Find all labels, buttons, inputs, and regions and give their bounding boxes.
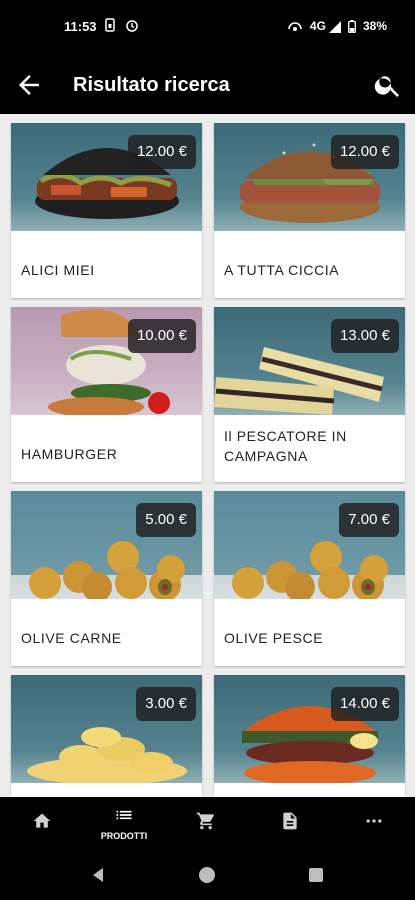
product-name: OLIVE PESCE — [224, 630, 324, 646]
product-card[interactable]: 12.00 € A TUTTA CICCIA — [214, 123, 405, 298]
status-time: 11:53 — [64, 19, 97, 34]
product-name: Il PESCATORE IN CAMPAGNA — [224, 428, 347, 464]
product-image: 14.00 € — [214, 675, 405, 783]
app-bar: Risultato ricerca — [0, 56, 415, 114]
nav-orders[interactable] — [260, 797, 320, 850]
sim-icon — [105, 18, 115, 32]
battery-icon — [347, 20, 356, 34]
price-badge: 10.00 € — [127, 319, 196, 353]
product-name: OLIVE CARNE — [21, 630, 122, 646]
product-card[interactable]: 14.00 € — [214, 675, 405, 797]
product-card[interactable]: 13.00 € Il PESCATORE IN CAMPAGNA — [214, 307, 405, 482]
back-button[interactable] — [14, 70, 44, 100]
price-badge: 14.00 € — [330, 687, 399, 721]
status-notification-icons — [104, 17, 139, 32]
system-home-icon[interactable] — [198, 866, 216, 884]
price-badge: 12.00 € — [330, 135, 399, 169]
system-navigation-bar — [0, 850, 415, 900]
product-image: 12.00 € — [11, 123, 202, 231]
cart-icon — [196, 812, 214, 830]
search-button[interactable] — [373, 70, 403, 100]
product-name: ALICI MIEI — [21, 262, 95, 278]
alarm-icon — [126, 20, 139, 32]
product-image: 10.00 € — [11, 307, 202, 415]
nav-cart[interactable] — [176, 797, 236, 850]
product-card[interactable]: 12.00 € ALICI MIEI — [11, 123, 202, 298]
price-badge: 7.00 € — [339, 503, 399, 537]
price-badge: 12.00 € — [127, 135, 196, 169]
price-badge: 13.00 € — [330, 319, 399, 353]
product-card[interactable]: 7.00 € OLIVE PESCE — [214, 491, 405, 666]
status-system-icons: 4G 38% — [287, 19, 387, 34]
nav-home[interactable] — [12, 797, 72, 850]
network-label: 4G — [309, 19, 326, 33]
product-image: 12.00 € — [214, 123, 405, 231]
price-badge: 3.00 € — [136, 687, 196, 721]
arrow-back-icon — [19, 75, 39, 95]
list-icon — [116, 810, 132, 820]
product-image: 13.00 € — [214, 307, 405, 415]
search-icon — [374, 76, 399, 97]
battery-level: 38% — [362, 19, 387, 33]
system-recents-icon[interactable] — [308, 867, 324, 883]
product-card[interactable]: 3.00 € — [11, 675, 202, 797]
bottom-navigation: PRODOTTI — [0, 797, 415, 850]
nav-prodotti[interactable]: PRODOTTI — [94, 797, 154, 850]
price-badge: 5.00 € — [136, 503, 196, 537]
nav-label: PRODOTTI — [100, 831, 148, 841]
product-name: HAMBURGER — [21, 446, 118, 462]
more-icon — [366, 819, 382, 823]
product-list[interactable]: 12.00 € ALICI MIEI 12.00 € A TUTTA CICCI… — [0, 114, 415, 797]
product-image: 7.00 € — [214, 491, 405, 599]
signal-icon — [329, 20, 342, 33]
status-bar: 11:53 4G 38% — [0, 0, 415, 56]
product-name: A TUTTA CICCIA — [224, 262, 340, 278]
product-card[interactable]: 10.00 € HAMBURGER — [11, 307, 202, 482]
system-back-icon[interactable] — [90, 867, 106, 883]
document-icon — [283, 812, 297, 830]
product-image: 5.00 € — [11, 491, 202, 599]
nav-more[interactable] — [344, 797, 404, 850]
home-icon — [33, 813, 51, 828]
hotspot-icon — [287, 22, 302, 31]
page-title: Risultato ricerca — [73, 74, 230, 96]
product-card[interactable]: 5.00 € OLIVE CARNE — [11, 491, 202, 666]
product-image: 3.00 € — [11, 675, 202, 783]
